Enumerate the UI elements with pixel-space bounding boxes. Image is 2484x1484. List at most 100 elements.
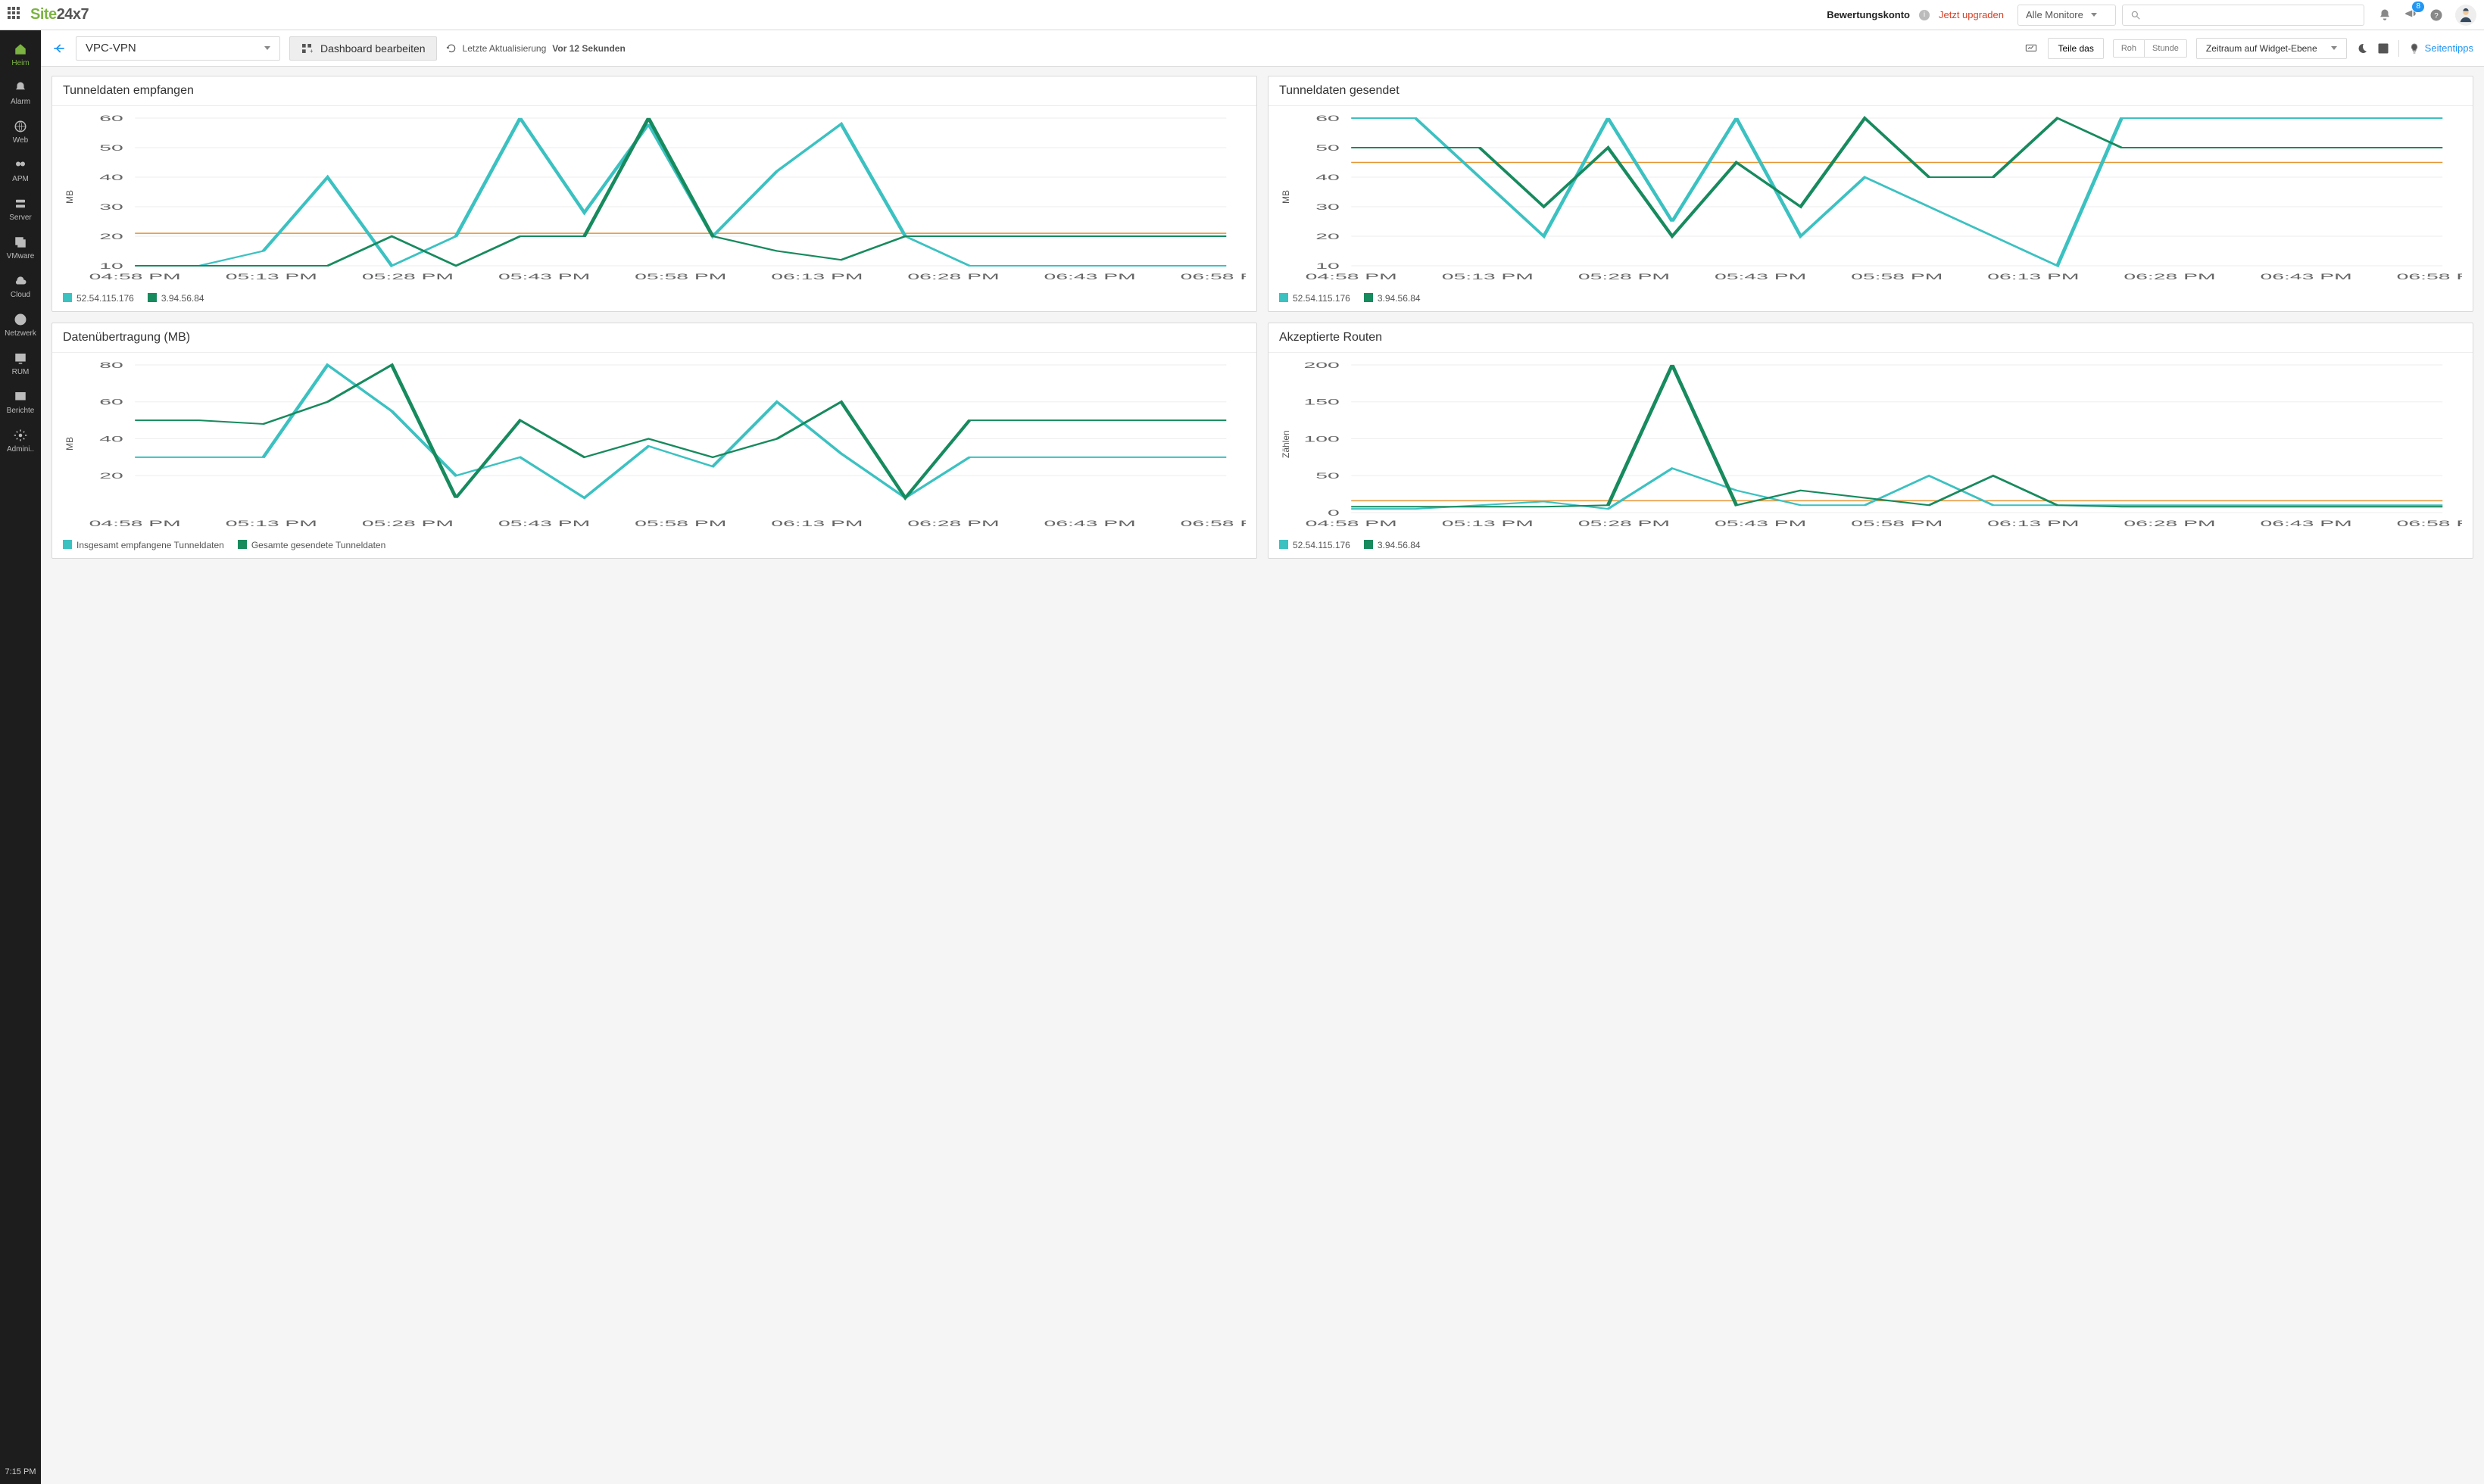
user-avatar[interactable] (2455, 5, 2476, 26)
ylabel: MB (1279, 112, 1293, 282)
chart-sent[interactable]: 10203040506004:58 PM05:13 PM05:28 PM05:4… (1293, 112, 2462, 282)
nav-apm[interactable]: APM (0, 151, 41, 189)
svg-text:30: 30 (99, 202, 123, 211)
nav-server[interactable]: Server (0, 189, 41, 228)
svg-text:05:58 PM: 05:58 PM (635, 272, 726, 281)
svg-text:10: 10 (99, 261, 123, 270)
help-icon[interactable]: ? (2429, 8, 2443, 22)
edit-dashboard-button[interactable]: + Dashboard bearbeiten (289, 36, 437, 61)
nav-alarm[interactable]: Alarm (0, 73, 41, 112)
chevron-down-icon (2331, 46, 2337, 50)
nav-rum[interactable]: RUM (0, 344, 41, 382)
search-icon (2130, 10, 2141, 20)
svg-text:60: 60 (1315, 114, 1340, 123)
dark-mode-icon[interactable] (2356, 42, 2368, 55)
tips-label: Seitentipps (2425, 42, 2473, 54)
chevron-down-icon (2091, 13, 2097, 17)
svg-text:40: 40 (99, 435, 123, 444)
bell-icon[interactable] (2378, 8, 2392, 22)
svg-text:06:58 PM: 06:58 PM (2397, 519, 2462, 528)
noc-view-icon[interactable] (2024, 42, 2039, 55)
card-title: Tunneldaten empfangen (52, 76, 1256, 106)
chart-transfer[interactable]: 2040608004:58 PM05:13 PM05:28 PM05:43 PM… (76, 359, 1246, 529)
announcements-badge: 8 (2412, 2, 2424, 12)
apps-grid-icon[interactable] (8, 7, 24, 23)
svg-text:05:58 PM: 05:58 PM (635, 519, 726, 528)
svg-text:80: 80 (99, 360, 123, 369)
svg-text:05:13 PM: 05:13 PM (226, 272, 317, 281)
svg-text:05:13 PM: 05:13 PM (1442, 519, 1534, 528)
chevron-down-icon (264, 46, 270, 50)
chart-received[interactable]: 10203040506004:58 PM05:13 PM05:28 PM05:4… (76, 112, 1246, 282)
svg-text:05:43 PM: 05:43 PM (1715, 272, 1806, 281)
svg-text:40: 40 (1315, 173, 1340, 182)
svg-text:06:58 PM: 06:58 PM (2397, 272, 2462, 281)
nav-web[interactable]: Web (0, 112, 41, 151)
svg-text:06:43 PM: 06:43 PM (1044, 519, 1136, 528)
legend: 52.54.115.176 3.94.56.84 (1269, 290, 2473, 311)
info-icon[interactable]: i (1919, 10, 1930, 20)
nav-home[interactable]: Heim (0, 35, 41, 73)
svg-text:05:28 PM: 05:28 PM (362, 272, 454, 281)
svg-text:100: 100 (1304, 435, 1340, 444)
nav-admin[interactable]: Admini.. (0, 421, 41, 460)
edit-dashboard-label: Dashboard bearbeiten (320, 42, 426, 55)
svg-text:50: 50 (99, 143, 123, 152)
tips-link[interactable]: Seitentipps (2408, 42, 2473, 55)
ylabel: MB (63, 359, 76, 529)
svg-text:06:43 PM: 06:43 PM (1044, 272, 1136, 281)
svg-text:20: 20 (99, 472, 123, 481)
svg-text:04:58 PM: 04:58 PM (1306, 272, 1397, 281)
svg-text:60: 60 (99, 114, 123, 123)
sidebar-clock: 7:15 PM (5, 1460, 36, 1484)
svg-text:50: 50 (1315, 472, 1340, 481)
svg-text:04:58 PM: 04:58 PM (89, 272, 181, 281)
svg-text:04:58 PM: 04:58 PM (1306, 519, 1397, 528)
svg-text:05:13 PM: 05:13 PM (226, 519, 317, 528)
svg-text:06:58 PM: 06:58 PM (1181, 519, 1246, 528)
seg-raw[interactable]: Roh (2114, 40, 2144, 57)
chart-routes[interactable]: 05010015020004:58 PM05:13 PM05:28 PM05:4… (1293, 359, 2462, 529)
svg-text:06:43 PM: 06:43 PM (2261, 272, 2352, 281)
back-arrow-icon[interactable] (51, 41, 67, 56)
lightbulb-icon (2408, 42, 2420, 55)
seg-hour[interactable]: Stunde (2144, 40, 2186, 57)
search-input[interactable] (2122, 5, 2364, 26)
top-icon-bar: 8 ? (2378, 5, 2476, 26)
upgrade-link[interactable]: Jetzt upgraden (1939, 9, 2004, 20)
svg-text:40: 40 (99, 173, 123, 182)
refresh-status[interactable]: Letzte Aktualisierung Vor 12 Sekunden (446, 43, 626, 54)
refresh-label: Letzte Aktualisierung (463, 43, 547, 54)
announcements-icon[interactable]: 8 (2404, 7, 2417, 23)
period-dropdown[interactable]: Zeitraum auf Widget-Ebene (2196, 38, 2347, 59)
grid-edit-icon: + (301, 42, 313, 55)
home-tile-icon[interactable] (2377, 42, 2389, 55)
refresh-value: Vor 12 Sekunden (552, 43, 625, 54)
card-title: Tunneldaten gesendet (1269, 76, 2473, 106)
ylabel: Zählen (1279, 359, 1293, 529)
legend: 52.54.115.176 3.94.56.84 (52, 290, 1256, 311)
dashboard-dropdown-label: VPC-VPN (86, 42, 136, 55)
card-tunnel-received: Tunneldaten empfangen MB 10203040506004:… (51, 76, 1257, 312)
nav-network[interactable]: Netzwerk (0, 305, 41, 344)
refresh-icon (446, 43, 457, 54)
nav-vmware[interactable]: VMware (0, 228, 41, 267)
toolbar: VPC-VPN + Dashboard bearbeiten Letzte Ak… (41, 30, 2484, 67)
share-button[interactable]: Teile das (2048, 38, 2103, 59)
svg-text:200: 200 (1304, 360, 1340, 369)
svg-text:05:28 PM: 05:28 PM (1578, 519, 1670, 528)
nav-reports[interactable]: Berichte (0, 382, 41, 421)
widget-grid: Tunneldaten empfangen MB 10 20 30 40 50 60 04:… (41, 67, 2484, 568)
period-dropdown-label: Zeitraum auf Widget-Ebene (2206, 43, 2317, 54)
nav-cloud[interactable]: Cloud (0, 267, 41, 305)
monitor-dropdown[interactable]: Alle Monitore (2017, 5, 2116, 26)
svg-text:50: 50 (1315, 143, 1340, 152)
main-content: VPC-VPN + Dashboard bearbeiten Letzte Ak… (41, 30, 2484, 1484)
monitor-dropdown-label: Alle Monitore (2026, 9, 2083, 20)
svg-text:06:13 PM: 06:13 PM (1987, 519, 2079, 528)
svg-text:60: 60 (99, 398, 123, 407)
sidenav: Heim Alarm Web APM Server VMware Cloud N… (0, 30, 41, 1484)
dashboard-dropdown[interactable]: VPC-VPN (76, 36, 280, 61)
card-title: Akzeptierte Routen (1269, 323, 2473, 353)
ylabel: MB (63, 112, 76, 282)
